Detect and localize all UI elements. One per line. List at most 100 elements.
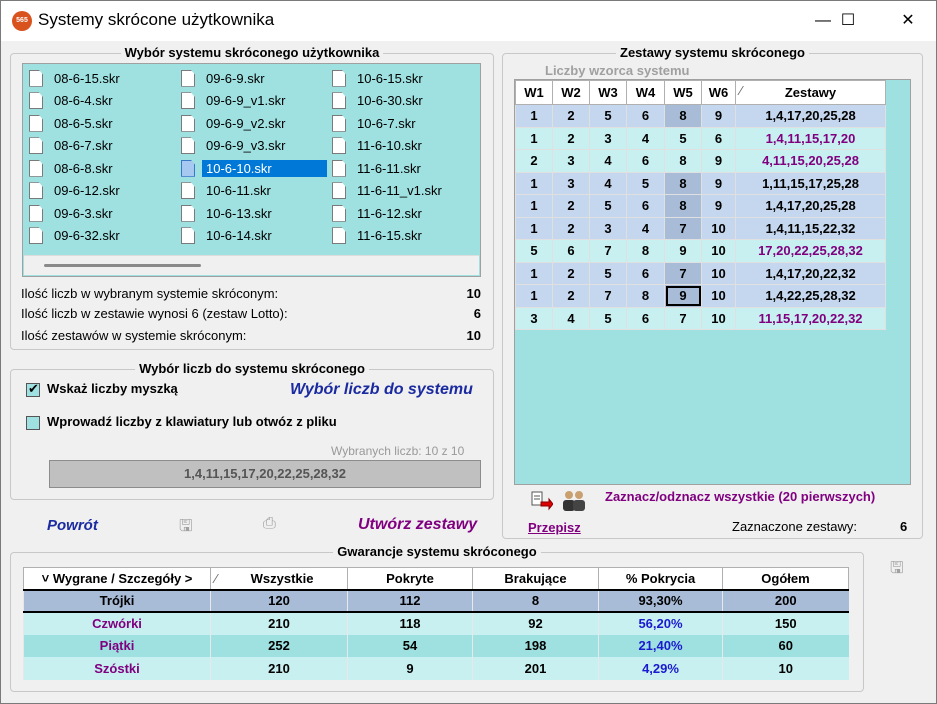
set-cell-zestawy[interactable]: 1,4,11,15,17,20 [735, 126, 886, 150]
set-cell-w5[interactable]: 7 [664, 261, 702, 285]
set-cell-w6[interactable]: 10 [701, 306, 736, 330]
set-row[interactable]: 1 2 3 4 5 6 1,4,11,15,17,20 [515, 126, 886, 150]
guarantee-cell[interactable]: Trójki [23, 588, 211, 613]
set-cell-w2[interactable]: 4 [552, 306, 590, 330]
set-cell-w2[interactable]: 2 [552, 216, 590, 240]
set-row[interactable]: 5 6 7 8 9 10 17,20,22,25,28,32 [515, 239, 886, 263]
set-cell-zestawy[interactable]: 1,4,17,20,25,28 [735, 104, 886, 128]
set-row[interactable]: 1 3 4 5 8 9 1,11,15,17,25,28 [515, 171, 886, 195]
sets-table[interactable]: W1 W2 W3 W4 W5 W6 ⁄ Zestawy 1 2 5 6 8 9 1,4,17,… [515, 80, 886, 330]
set-cell-w2[interactable]: 2 [552, 261, 590, 285]
set-cell-w6[interactable]: 10 [701, 261, 736, 285]
choose-numbers-link[interactable]: Wybór liczb do systemu [290, 381, 473, 399]
file-item[interactable]: 08-6-15.skr [29, 67, 120, 90]
guarantee-cell[interactable]: 56,20% [598, 612, 723, 635]
set-cell-w1[interactable]: 1 [515, 261, 553, 285]
set-cell-w3[interactable]: 7 [589, 284, 627, 308]
file-item[interactable]: 10-6-11.skr [181, 180, 327, 203]
set-cell-w4[interactable]: 5 [626, 171, 665, 195]
set-row[interactable]: 1 2 5 6 8 9 1,4,17,20,25,28 [515, 104, 886, 128]
header-w5[interactable]: W5 [664, 80, 702, 105]
set-cell-zestawy[interactable]: 11,15,17,20,22,32 [735, 306, 886, 330]
set-cell-w6[interactable]: 9 [701, 171, 736, 195]
set-cell-w5[interactable]: 5 [664, 126, 702, 150]
set-cell-zestawy[interactable]: 1,11,15,17,25,28 [735, 171, 886, 195]
guarantee-cell[interactable]: 120 [210, 588, 348, 613]
guarantee-cell[interactable]: 93,30% [598, 588, 723, 613]
users-icon[interactable] [561, 489, 587, 513]
guarantee-cell[interactable]: 8 [472, 588, 599, 613]
set-cell-zestawy[interactable]: 17,20,22,25,28,32 [735, 239, 886, 263]
set-cell-zestawy[interactable]: 1,4,17,20,25,28 [735, 194, 886, 218]
guarantee-cell[interactable]: Szóstki [23, 657, 211, 680]
set-cell-w4[interactable]: 6 [626, 306, 665, 330]
header-w2[interactable]: W2 [552, 80, 590, 105]
guarantee-row[interactable]: Czwórki 210 118 92 56,20% 150 [23, 612, 849, 635]
set-row[interactable]: 1 2 3 4 7 10 1,4,11,15,22,32 [515, 216, 886, 240]
back-link[interactable]: Powrót [47, 517, 98, 534]
set-cell-w3[interactable]: 5 [589, 261, 627, 285]
set-cell-w5[interactable]: 7 [664, 216, 702, 240]
file-item[interactable]: 10-6-30.skr [332, 90, 442, 113]
guarantee-cell[interactable]: 21,40% [598, 634, 723, 657]
horizontal-scrollbar[interactable] [24, 255, 479, 275]
header-coverage[interactable]: % Pokrycia [598, 567, 723, 590]
floppy-icon[interactable]: 🖫 [179, 515, 193, 542]
file-item[interactable]: 08-6-5.skr [29, 112, 120, 135]
copy-icon[interactable] [529, 489, 555, 513]
header-w4[interactable]: W4 [626, 80, 665, 105]
header-missing[interactable]: Brakujące [472, 567, 599, 590]
file-item[interactable]: 08-6-7.skr [29, 135, 120, 158]
set-cell-w5[interactable]: 8 [664, 149, 702, 173]
set-cell-w1[interactable]: 5 [515, 239, 553, 263]
set-cell-w6[interactable]: 9 [701, 104, 736, 128]
set-cell-w3[interactable]: 3 [589, 126, 627, 150]
set-cell-w3[interactable]: 5 [589, 194, 627, 218]
file-item[interactable]: 10-6-13.skr [181, 202, 327, 225]
set-cell-w2[interactable]: 2 [552, 194, 590, 218]
set-cell-w6[interactable]: 10 [701, 284, 736, 308]
set-cell-w4[interactable]: 4 [626, 216, 665, 240]
guarantee-cell[interactable]: 201 [472, 657, 599, 680]
set-cell-w4[interactable]: 6 [626, 104, 665, 128]
set-cell-w2[interactable]: 2 [552, 284, 590, 308]
printer-icon[interactable]: ⎙ [263, 515, 276, 533]
set-cell-w1[interactable]: 2 [515, 149, 553, 173]
set-row[interactable]: 2 3 4 6 8 9 4,11,15,20,25,28 [515, 149, 886, 173]
guarantee-cell[interactable]: 210 [210, 657, 348, 680]
file-item[interactable]: 10-6-14.skr [181, 225, 327, 248]
guarantee-cell[interactable]: 92 [472, 612, 599, 635]
set-cell-w3[interactable]: 4 [589, 149, 627, 173]
guarantee-table[interactable]: ˅ Wygrane / Szczegóły > ⁄ Wszystkie Pokry… [23, 567, 849, 680]
file-item[interactable]: 09-6-9.skr [181, 67, 327, 90]
set-cell-w5[interactable]: 9 [664, 284, 702, 308]
create-sets-link[interactable]: Utwórz zestawy [358, 516, 477, 534]
file-item[interactable]: 09-6-3.skr [29, 202, 120, 225]
floppy-icon[interactable]: 🖫 [890, 557, 904, 584]
set-cell-w4[interactable]: 8 [626, 239, 665, 263]
set-cell-w5[interactable]: 8 [664, 104, 702, 128]
file-item[interactable]: 09-6-9_v3.skr [181, 135, 327, 158]
set-row[interactable]: 3 4 5 6 7 10 11,15,17,20,22,32 [515, 306, 886, 330]
header-w1[interactable]: W1 [515, 80, 553, 105]
header-w3[interactable]: W3 [589, 80, 627, 105]
header-w6[interactable]: W6 [701, 80, 736, 105]
guarantee-cell[interactable]: 60 [722, 634, 849, 657]
set-cell-w2[interactable]: 3 [552, 171, 590, 195]
file-item[interactable]: 11-6-11.skr [332, 157, 442, 180]
file-item[interactable]: 08-6-8.skr [29, 157, 120, 180]
header-total[interactable]: Ogółem [722, 567, 849, 590]
set-cell-w4[interactable]: 4 [626, 126, 665, 150]
header-wins[interactable]: ˅ Wygrane / Szczegóły > [23, 567, 211, 590]
file-item[interactable]: 10-6-15.skr [332, 67, 442, 90]
header-all[interactable]: ⁄ Wszystkie [210, 567, 348, 590]
set-cell-w6[interactable]: 10 [701, 216, 736, 240]
guarantee-cell[interactable]: 252 [210, 634, 348, 657]
set-cell-w3[interactable]: 4 [589, 171, 627, 195]
guarantee-cell[interactable]: Czwórki [23, 612, 211, 635]
set-cell-w3[interactable]: 7 [589, 239, 627, 263]
set-cell-w5[interactable]: 9 [664, 239, 702, 263]
set-cell-w2[interactable]: 3 [552, 149, 590, 173]
set-cell-w4[interactable]: 6 [626, 261, 665, 285]
guarantee-row[interactable]: Szóstki 210 9 201 4,29% 10 [23, 657, 849, 680]
